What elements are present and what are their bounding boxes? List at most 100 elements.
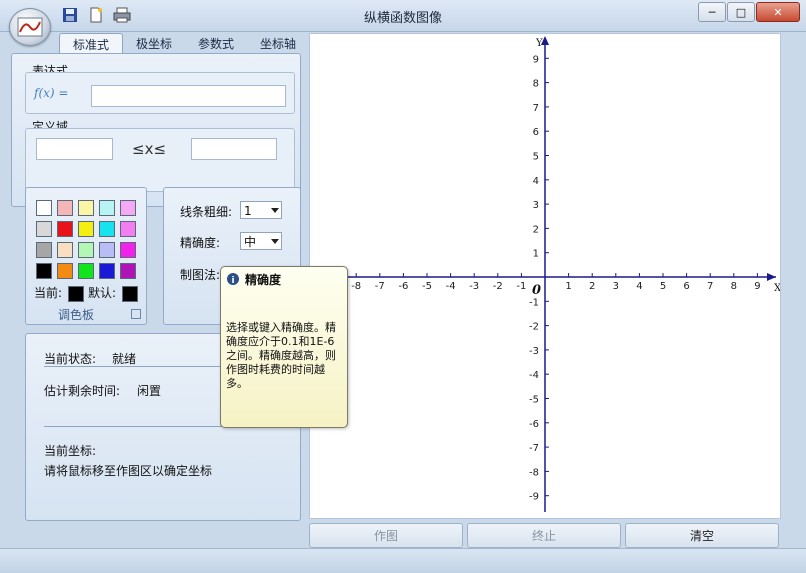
tab-parametric[interactable]: 参数式: [185, 33, 247, 55]
line-width-label: 线条粗细:: [180, 205, 233, 219]
x-axis-label: X: [774, 283, 780, 294]
color-swatch[interactable]: [99, 221, 115, 237]
plot-area[interactable]: X Y 0 -8 -7 -6 -5 -4 -3 -2 -1 1 2 3 4 5 6 7 8 9 9 8 7 6 5 4 3 2 1 -1 -…: [309, 33, 782, 519]
x-tick-label: 3: [613, 281, 619, 292]
info-icon: i: [227, 273, 239, 286]
x-tick-label: -5: [422, 281, 432, 292]
color-swatch[interactable]: [99, 263, 115, 279]
domain-relation-label: ≤x≤: [132, 140, 167, 158]
graph-icon: [17, 17, 43, 37]
clear-button[interactable]: 清空: [625, 523, 779, 548]
domain-upper-input[interactable]: [191, 138, 277, 160]
color-swatch[interactable]: [36, 200, 52, 216]
line-width-select[interactable]: 1: [240, 201, 282, 219]
y-tick-label: 9: [533, 54, 539, 65]
precision-value: 中: [244, 235, 257, 249]
y-tick-label: 3: [533, 200, 539, 211]
color-swatch[interactable]: [78, 200, 94, 216]
x-tick-label: 5: [660, 281, 666, 292]
close-button[interactable]: ✕: [756, 2, 800, 22]
stop-button[interactable]: 终止: [467, 523, 621, 548]
color-swatch[interactable]: [36, 242, 52, 258]
remaining-time-label: 估计剩余时间:: [44, 384, 121, 398]
color-swatch[interactable]: [120, 263, 136, 279]
y-tick-label: 1: [533, 249, 539, 260]
dialog-launcher-icon[interactable]: [131, 309, 141, 319]
fx-label: f(x) =: [34, 86, 69, 100]
y-tick-label: -9: [529, 492, 539, 503]
palette-group-label: 调色板: [58, 308, 95, 322]
x-tick-label: -4: [446, 281, 456, 292]
status-bar: [0, 548, 806, 573]
title-bar: 纵横函数图像 ─ □ ✕: [0, 0, 806, 32]
x-tick-label: 9: [754, 281, 760, 292]
color-swatch[interactable]: [120, 242, 136, 258]
app-menu-button[interactable]: [9, 8, 51, 46]
color-swatch[interactable]: [78, 263, 94, 279]
maximize-button[interactable]: □: [727, 2, 755, 22]
chevron-down-icon: [271, 239, 279, 244]
color-swatch[interactable]: [99, 242, 115, 258]
coordinate-axes: X Y 0 -8 -7 -6 -5 -4 -3 -2 -1 1 2 3 4 5 6 7 8 9 9 8 7 6 5 4 3 2 1 -1 -…: [320, 36, 782, 512]
expression-input[interactable]: [91, 85, 286, 107]
x-tick-label: -1: [516, 281, 526, 292]
y-tick-label: 2: [533, 224, 539, 235]
precision-label: 精确度:: [180, 236, 221, 250]
color-swatch[interactable]: [57, 263, 73, 279]
coordinate-label: 当前坐标:: [44, 444, 97, 458]
x-tick-label: 8: [731, 281, 737, 292]
coordinate-hint: 请将鼠标移至作图区以确定坐标: [44, 464, 213, 478]
draw-button[interactable]: 作图: [309, 523, 463, 548]
color-swatch[interactable]: [57, 221, 73, 237]
line-width-value: 1: [244, 204, 252, 218]
precision-tooltip: i 精确度 选择或键入精确度。精确度应介于0.1和1E-6之间。精确度越高，则作…: [220, 266, 348, 428]
chevron-down-icon: [271, 208, 279, 213]
expression-panel: 表达式 f(x) = 定义域 ≤x≤: [11, 53, 301, 207]
tab-polar[interactable]: 极坐标: [123, 33, 185, 55]
x-tick-label: -2: [493, 281, 503, 292]
color-swatch[interactable]: [78, 221, 94, 237]
x-axis-arrow: [767, 273, 776, 281]
default-color-swatch[interactable]: [122, 286, 138, 302]
y-tick-label: 8: [533, 79, 539, 90]
current-color-swatch[interactable]: [68, 286, 84, 302]
default-color-label: 默认:: [88, 286, 117, 300]
x-tick-label: -3: [469, 281, 479, 292]
y-tick-label: 5: [533, 152, 539, 163]
y-axis-label: Y: [535, 38, 543, 49]
x-tick-label: 2: [589, 281, 595, 292]
y-tick-label: 4: [533, 176, 539, 187]
x-tick-label: 1: [565, 281, 571, 292]
x-tick-label: -6: [398, 281, 408, 292]
drawing-method-label: 制图法:: [180, 268, 221, 282]
y-tick-label: -1: [529, 297, 539, 308]
precision-select[interactable]: 中: [240, 232, 282, 250]
y-tick-label: -8: [529, 467, 539, 478]
window-title: 纵横函数图像: [363, 11, 442, 26]
color-swatch[interactable]: [120, 221, 136, 237]
origin-label: 0: [532, 283, 541, 298]
tab-bar: 标准式 极坐标 参数式 坐标轴: [59, 33, 309, 55]
color-swatch[interactable]: [57, 200, 73, 216]
state-value: 就绪: [112, 352, 137, 366]
x-tick-label: -7: [375, 281, 385, 292]
color-swatch[interactable]: [57, 242, 73, 258]
x-tick-label: 6: [683, 281, 689, 292]
minimize-button[interactable]: ─: [698, 2, 726, 22]
tab-axes[interactable]: 坐标轴: [247, 33, 309, 55]
tab-standard[interactable]: 标准式: [59, 33, 123, 55]
y-tick-label: -6: [529, 419, 539, 430]
y-tick-label: 6: [533, 127, 539, 138]
color-swatch[interactable]: [36, 221, 52, 237]
state-label: 当前状态:: [44, 352, 97, 366]
color-swatch[interactable]: [120, 200, 136, 216]
y-tick-label: 7: [533, 103, 539, 114]
domain-lower-input[interactable]: [36, 138, 113, 160]
tooltip-body: 选择或键入精确度。精确度应介于0.1和1E-6之间。精确度越高，则作图时耗费的时…: [226, 321, 336, 390]
domain-group: ≤x≤: [25, 128, 295, 192]
expression-group: f(x) =: [25, 72, 295, 114]
color-swatch[interactable]: [78, 242, 94, 258]
x-tick-label: 4: [636, 281, 642, 292]
color-swatch[interactable]: [36, 263, 52, 279]
color-swatch[interactable]: [99, 200, 115, 216]
